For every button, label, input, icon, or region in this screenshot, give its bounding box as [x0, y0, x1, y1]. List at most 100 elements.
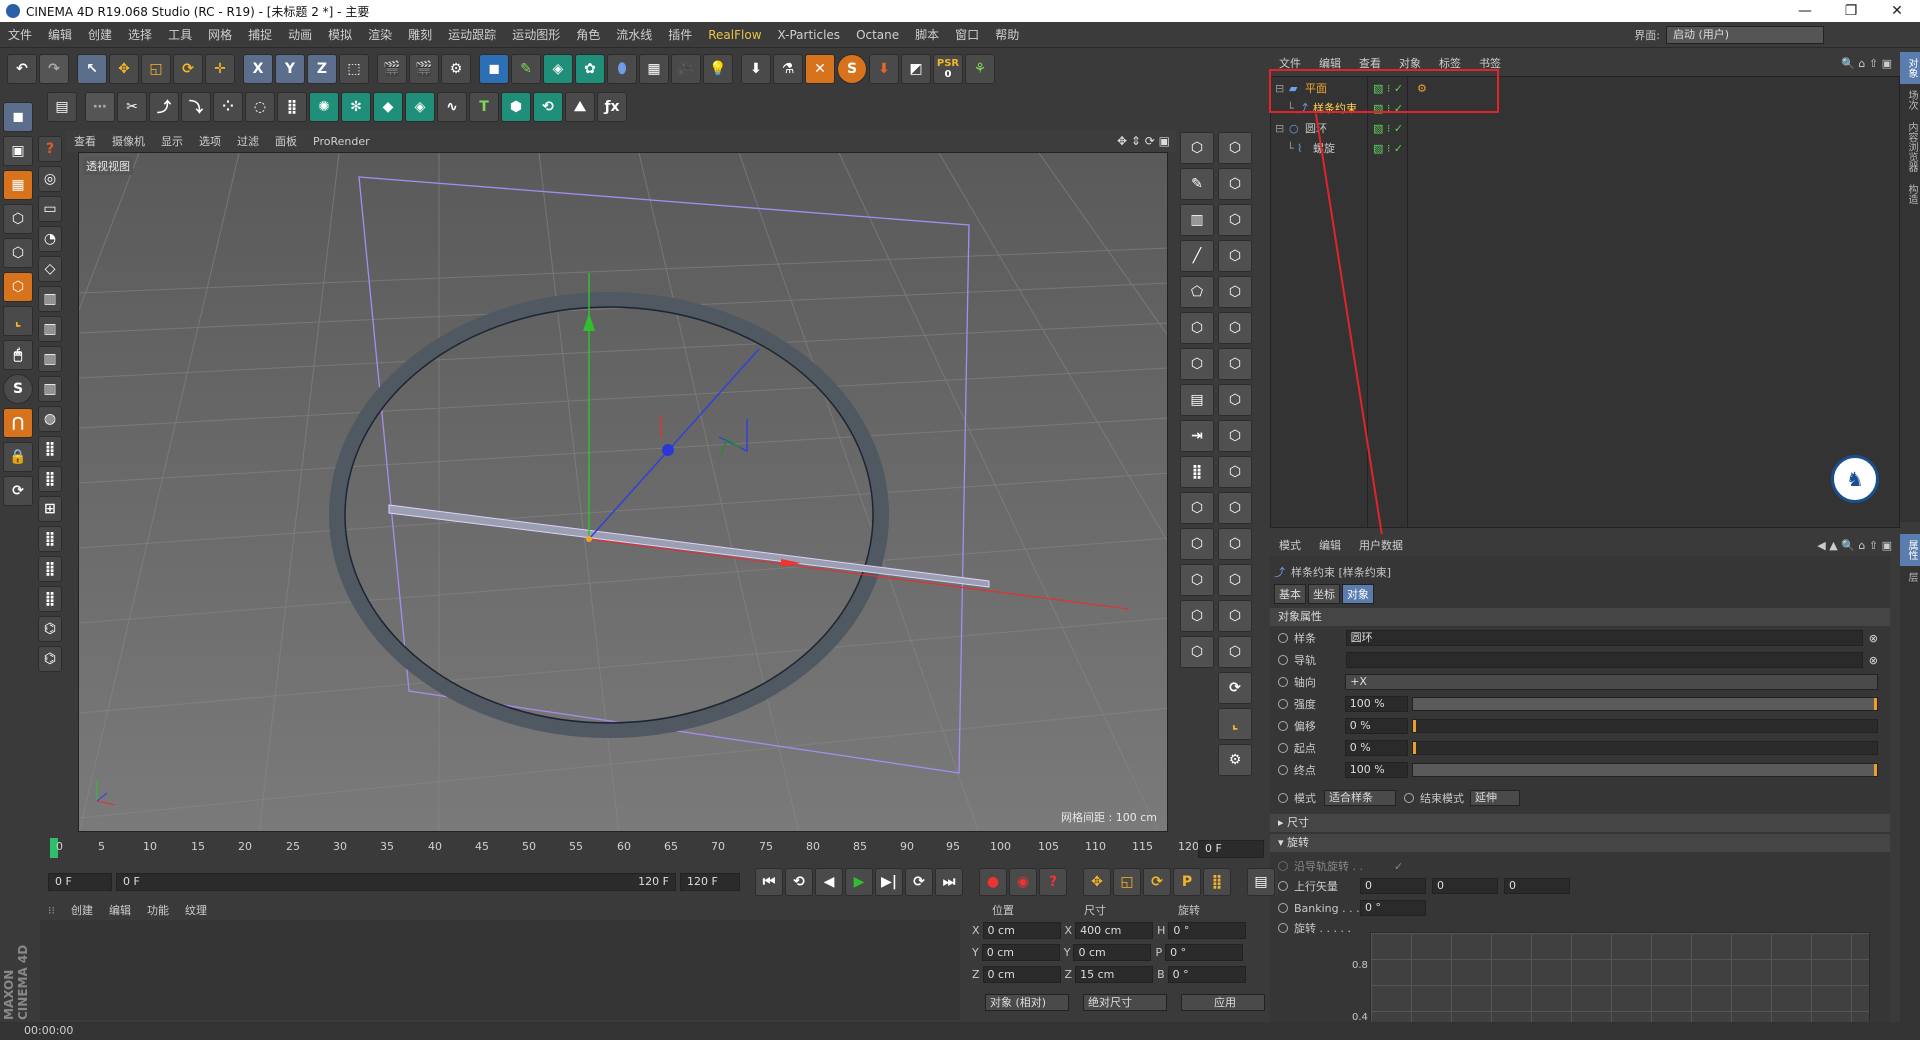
light-object-icon[interactable]: 💡	[703, 54, 733, 84]
subdivision-icon[interactable]: ◈	[543, 54, 573, 84]
offset-field[interactable]: 0 %	[1344, 718, 1408, 734]
s-plugin-icon[interactable]: S	[837, 54, 867, 84]
helix-visibility[interactable]: ▧ ⁝ ✓	[1373, 142, 1403, 155]
rail-radio[interactable]	[1278, 655, 1288, 665]
range-slider[interactable]: 0 F 120 F	[116, 873, 676, 891]
object-row-circle[interactable]: ⊟ ○ 圆环 ▧ ⁝ ✓	[1271, 119, 1899, 137]
magnet-icon[interactable]: ⋂	[3, 408, 33, 438]
axis-radio[interactable]	[1278, 677, 1288, 687]
lock-workplane-icon[interactable]: 🔒	[3, 442, 33, 472]
goto-end-icon[interactable]: ⏭	[935, 868, 963, 896]
menu-character[interactable]: 角色	[568, 26, 608, 43]
model-mode-icon[interactable]: ◼	[3, 102, 33, 132]
menu-plugins[interactable]: 插件	[660, 26, 700, 43]
up-vector-x[interactable]: 0	[1360, 878, 1426, 894]
polygon-select-icon[interactable]: ◇	[38, 256, 62, 282]
undo-icon[interactable]: ↶	[7, 54, 37, 84]
vp-menu-display[interactable]: 显示	[153, 133, 191, 149]
viewport-nav-icons[interactable]: ✥ ⇕ ⟳ ▣	[1117, 134, 1170, 148]
strength-field[interactable]: 100 %	[1344, 696, 1408, 712]
key-scale-icon[interactable]: ◱	[1113, 868, 1141, 896]
grid-4-icon[interactable]: ⣿	[38, 526, 62, 552]
menu-snap[interactable]: 捕捉	[240, 26, 280, 43]
scale-tool-icon[interactable]: ◱	[141, 54, 171, 84]
side-tool-29-icon[interactable]: ⬡	[1180, 636, 1214, 668]
interface-dropdown[interactable]: 启动 (用户)	[1666, 26, 1824, 44]
points-mode-icon[interactable]: ⬡	[3, 204, 33, 234]
end-frame-field[interactable]: 120 F	[680, 873, 740, 891]
endmode-dropdown[interactable]: 延伸	[1470, 790, 1520, 806]
coord-tool-icon[interactable]: ⌞	[1218, 708, 1252, 740]
start-slider[interactable]	[1411, 741, 1879, 755]
side-tool-25-icon[interactable]: ⬡	[1180, 564, 1214, 596]
text-object-icon[interactable]: T	[469, 92, 499, 122]
grid-points-icon[interactable]: ⣿	[277, 92, 307, 122]
side-tool-27-icon[interactable]: ⬡	[1180, 600, 1214, 632]
key-rotation-icon[interactable]: ⟳	[1143, 868, 1171, 896]
menu-pipeline[interactable]: 流水线	[608, 26, 660, 43]
rail-clear-icon[interactable]: ⊗	[1869, 654, 1878, 667]
side-tool-1-icon[interactable]: ⬡	[1180, 132, 1214, 164]
render-settings-icon[interactable]: ⚙	[441, 54, 471, 84]
rot-p-field[interactable]: 0 °	[1165, 944, 1244, 961]
side-tool-4-icon[interactable]: ⬡	[1218, 168, 1252, 200]
vp-menu-prorender[interactable]: ProRender	[305, 135, 378, 148]
pos-z-field[interactable]: 0 cm	[982, 966, 1061, 983]
menu-sculpt[interactable]: 雕刻	[400, 26, 440, 43]
am-nav-icons[interactable]: ◀ ▲ 🔍 ⌂ ⇧ ▣	[1817, 539, 1892, 552]
rail-rotation-check[interactable]: ✓	[1394, 860, 1403, 873]
help-icon[interactable]: ?	[38, 136, 62, 162]
material-manager[interactable]	[40, 920, 960, 1020]
current-frame-field[interactable]: 0 F	[1198, 840, 1264, 858]
snap-icon[interactable]: S	[3, 374, 33, 404]
side-tool-6-icon[interactable]: ⬡	[1218, 204, 1252, 236]
section-rotation[interactable]: ▾ 旋转	[1270, 834, 1890, 852]
size-z-field[interactable]: 15 cm	[1075, 966, 1154, 983]
brush-5-icon[interactable]: ◍	[38, 406, 62, 432]
grid-1-icon[interactable]: ⣿	[38, 436, 62, 462]
mograph-2-icon[interactable]: ✻	[341, 92, 371, 122]
brush-1-icon[interactable]: ▥	[38, 286, 62, 312]
endmode-radio[interactable]	[1404, 793, 1414, 803]
apply-button[interactable]: 应用	[1181, 994, 1265, 1011]
close-button[interactable]: ✕	[1874, 0, 1920, 22]
render-picture-viewer-icon[interactable]: 🎬	[409, 54, 439, 84]
brush-3-icon[interactable]: ▥	[38, 346, 62, 372]
side-tool-13-icon[interactable]: ⬡	[1180, 348, 1214, 380]
menu-tools[interactable]: 工具	[160, 26, 200, 43]
vp-menu-panel[interactable]: 面板	[267, 133, 305, 149]
timeline-ruler[interactable]: 0 5 10 15 20 25 30 35 40 45 50 55 60 65 …	[48, 838, 1264, 860]
menu-xparticles[interactable]: X-Particles	[770, 28, 849, 42]
mat-menu-create[interactable]: 创建	[63, 902, 101, 918]
tab-object[interactable]: 对象	[1342, 584, 1374, 604]
plugin-tool-3-icon[interactable]: ✕	[805, 54, 835, 84]
om-nav-icons[interactable]: 🔍 ⌂ ⇧ ▣	[1841, 57, 1892, 70]
side-tool-20-icon[interactable]: ⬡	[1218, 456, 1252, 488]
next-frame-icon[interactable]: ▶|	[875, 868, 903, 896]
am-menu-mode[interactable]: 模式	[1270, 537, 1310, 553]
side-tool-22-icon[interactable]: ⬡	[1218, 492, 1252, 524]
menu-octane[interactable]: Octane	[848, 28, 907, 42]
timeline-window-icon[interactable]: ▤	[1247, 868, 1275, 896]
start-frame-field[interactable]: 0 F	[48, 873, 112, 891]
coord-mode-dropdown[interactable]: 对象 (相对)	[985, 994, 1069, 1011]
live-select-icon[interactable]: ⤴	[149, 92, 179, 122]
menu-simulate[interactable]: 模拟	[320, 26, 360, 43]
tweak-mode-icon[interactable]: 🖱	[3, 340, 33, 370]
side-tab-layers[interactable]: 层	[1900, 566, 1920, 588]
menu-script[interactable]: 脚本	[907, 26, 947, 43]
menu-window[interactable]: 窗口	[947, 26, 987, 43]
side-tool-2-icon[interactable]: ⬡	[1218, 132, 1252, 164]
mograph-1-icon[interactable]: ✺	[309, 92, 339, 122]
mograph-3-icon[interactable]: ◆	[373, 92, 403, 122]
vp-menu-camera[interactable]: 摄像机	[104, 133, 153, 149]
offset-radio[interactable]	[1278, 721, 1288, 731]
side-tool-18-icon[interactable]: ⬡	[1218, 420, 1252, 452]
circle-visibility[interactable]: ▧ ⁝ ✓	[1373, 122, 1403, 135]
sculpt-icon[interactable]: ⛰	[565, 92, 595, 122]
menu-select[interactable]: 选择	[120, 26, 160, 43]
side-tool-30-icon[interactable]: ⬡	[1218, 636, 1252, 668]
am-menu-edit[interactable]: 编辑	[1310, 537, 1350, 553]
menu-mograph[interactable]: 运动图形	[504, 26, 568, 43]
up-vector-y[interactable]: 0	[1432, 878, 1498, 894]
